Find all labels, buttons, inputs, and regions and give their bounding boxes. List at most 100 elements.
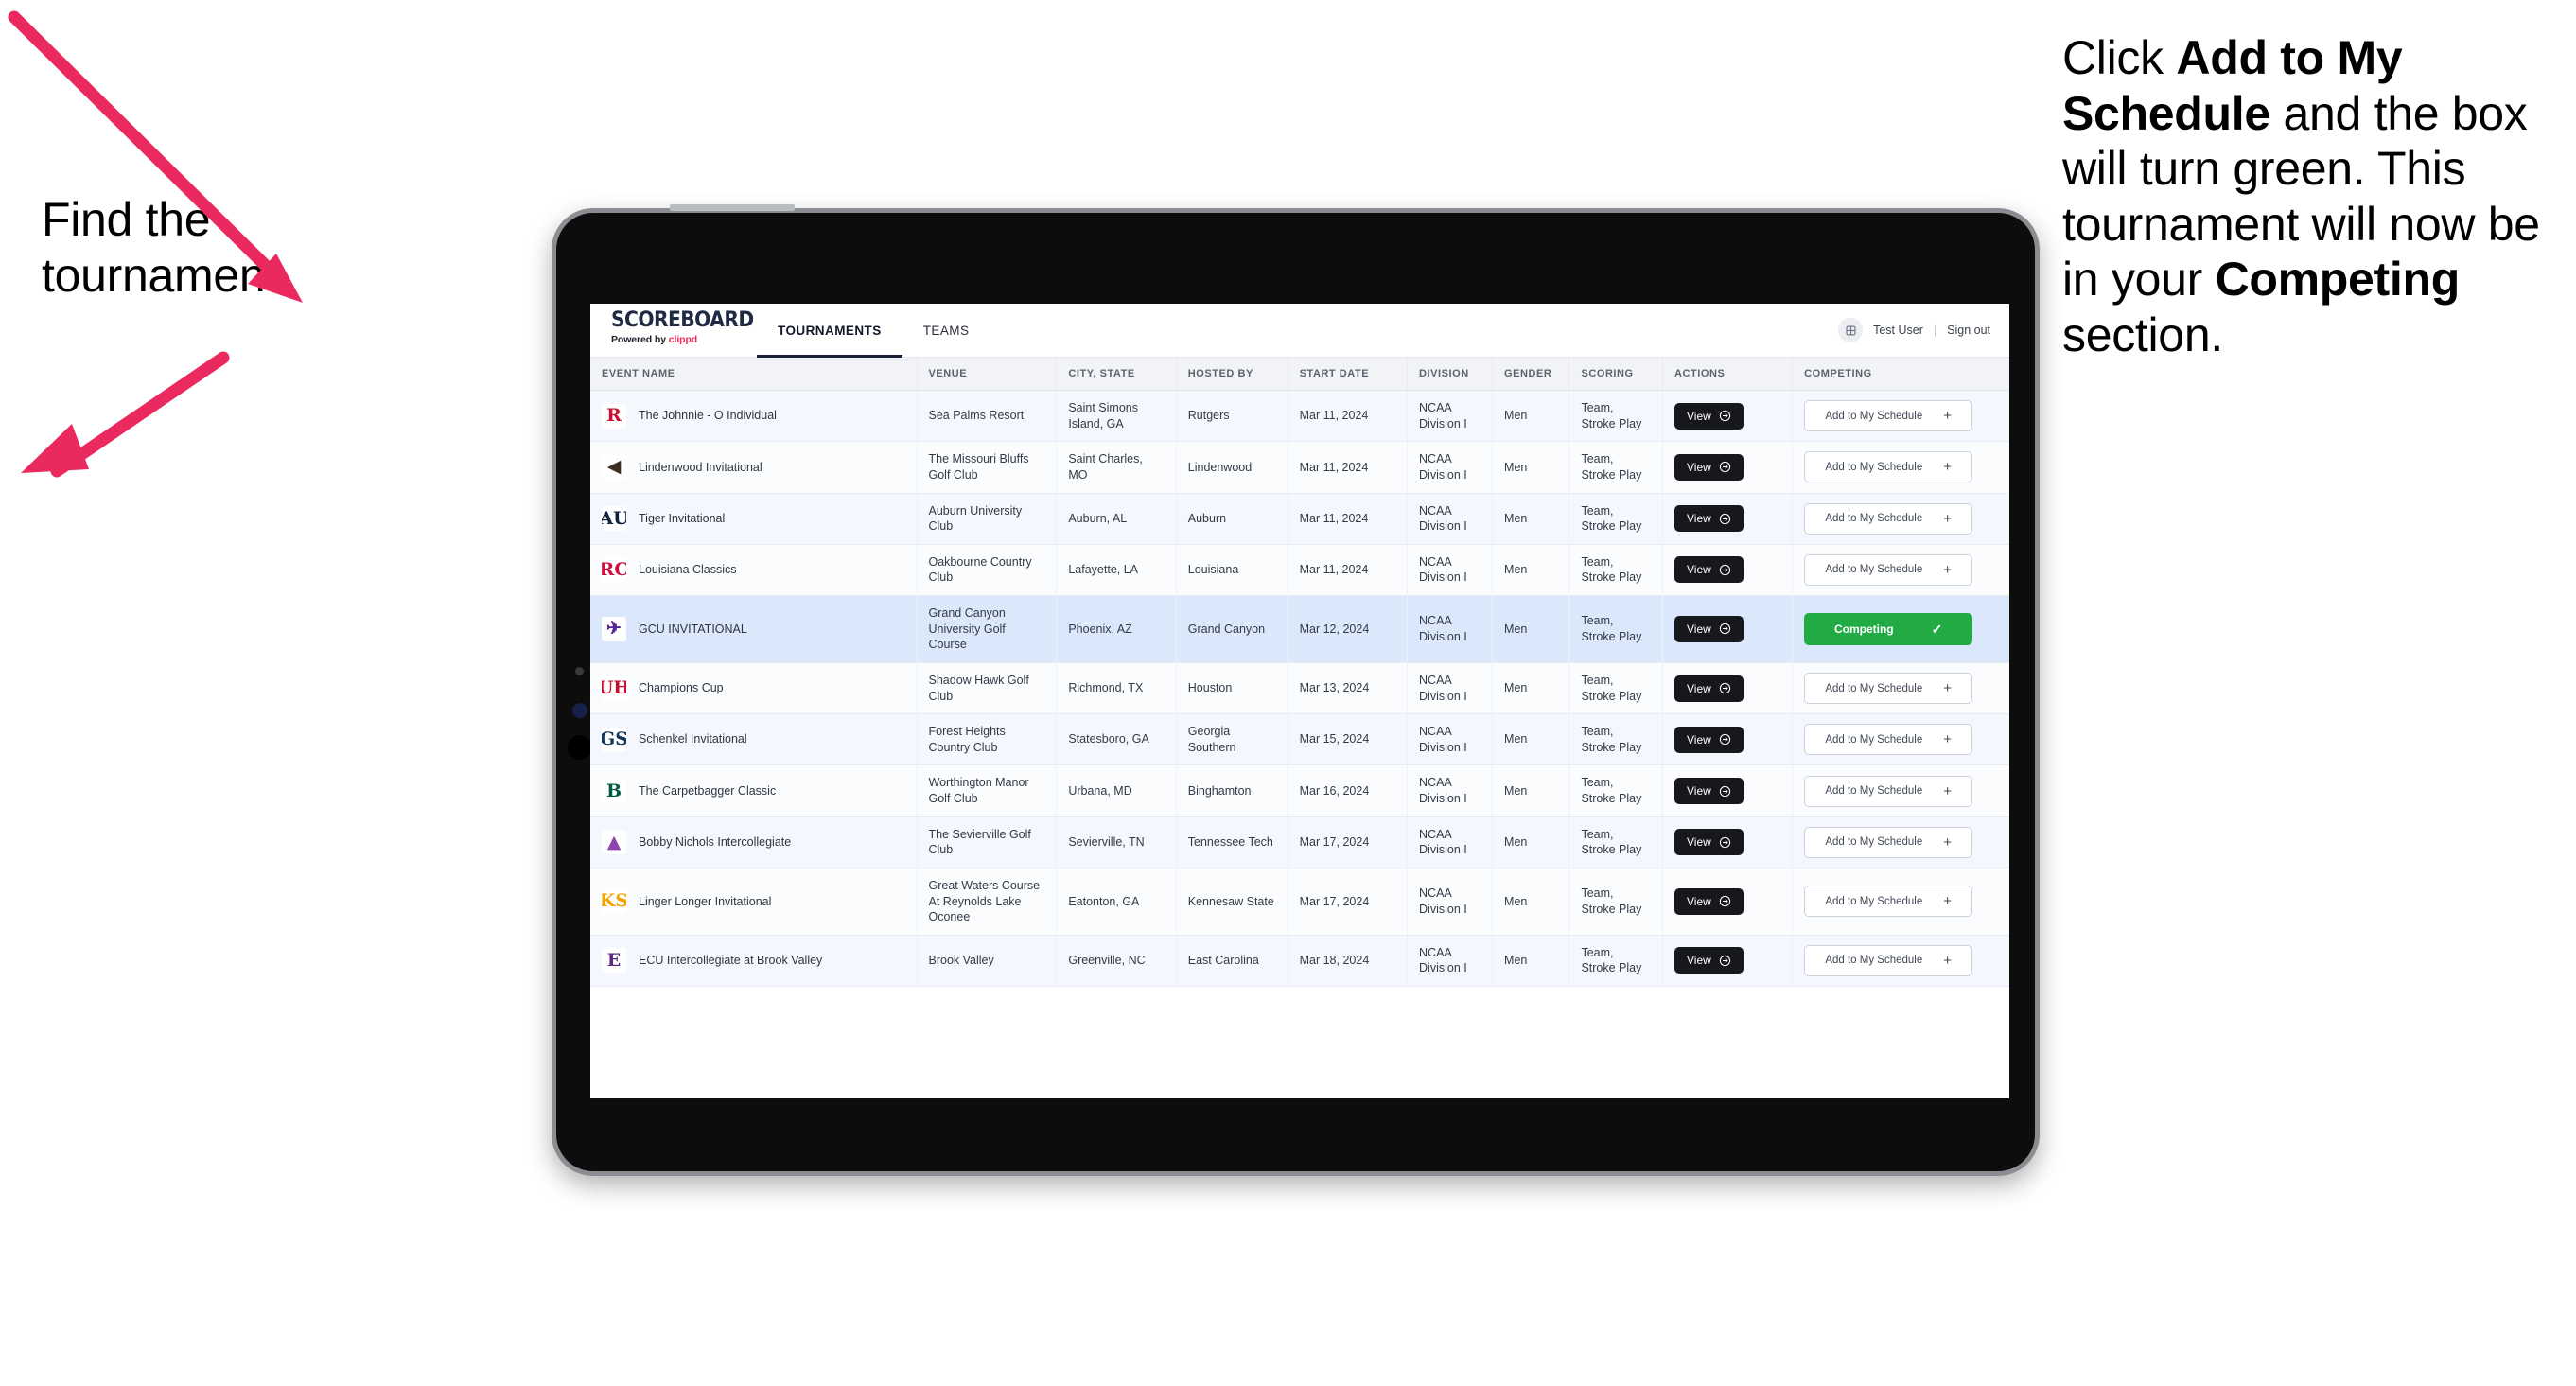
add-to-my-schedule-button[interactable]: Add to My Schedule +: [1804, 400, 1973, 432]
cell-gender: Men: [1492, 713, 1570, 766]
view-button[interactable]: View: [1674, 505, 1744, 533]
cell-scoring: Team, Stroke Play: [1568, 713, 1664, 766]
add-to-my-schedule-button[interactable]: Add to My Schedule +: [1804, 775, 1973, 807]
view-label: View: [1687, 622, 1711, 636]
cell-venue: Grand Canyon University Golf Course: [917, 595, 1058, 663]
table-row[interactable]: AU Tiger Invitational Auburn University Cl…: [590, 493, 2009, 545]
arrow-circle-right-icon: [1719, 410, 1731, 422]
tablet-camera-dot: [568, 735, 592, 760]
event-name: Louisiana Classics: [639, 563, 737, 577]
cell-division: NCAA Division I: [1407, 816, 1494, 868]
view-button[interactable]: View: [1674, 726, 1744, 753]
table-row[interactable]: GS Schenkel Invitational Forest Heights Co…: [590, 713, 2009, 766]
cell-venue: The Sevierville Golf Club: [917, 816, 1058, 868]
table-row[interactable]: UH Champions Cup Shadow Hawk Golf Club Rich…: [590, 662, 2009, 715]
cell-actions: View: [1662, 935, 1794, 988]
cell-hosted-by: Lindenwood: [1176, 441, 1288, 494]
check-icon: ✓: [1931, 621, 1943, 637]
cell-competing: Add to My Schedule +: [1792, 493, 2009, 545]
view-button[interactable]: View: [1674, 556, 1744, 584]
view-button[interactable]: View: [1674, 615, 1744, 642]
cell-division: NCAA Division I: [1407, 493, 1494, 545]
cell-division: NCAA Division I: [1407, 662, 1494, 715]
view-label: View: [1687, 954, 1711, 968]
view-button[interactable]: View: [1674, 402, 1744, 430]
col-city-state[interactable]: CITY, STATE: [1056, 358, 1177, 391]
cell-gender: Men: [1492, 441, 1570, 494]
add-to-my-schedule-button[interactable]: Add to My Schedule +: [1804, 826, 1973, 858]
add-to-my-schedule-button[interactable]: Add to My Schedule +: [1804, 451, 1973, 483]
cell-start-date: Mar 17, 2024: [1288, 816, 1409, 868]
cell-actions: View: [1662, 493, 1794, 545]
tab-tournaments[interactable]: TOURNAMENTS: [757, 304, 902, 358]
col-start-date[interactable]: START DATE: [1288, 358, 1409, 391]
cell-venue: Auburn University Club: [917, 493, 1058, 545]
cell-hosted-by: East Carolina: [1176, 935, 1288, 988]
add-to-my-schedule-button[interactable]: Add to My Schedule +: [1804, 724, 1973, 756]
user-avatar-icon[interactable]: [1838, 318, 1864, 342]
add-to-my-schedule-label: Add to My Schedule: [1825, 564, 1923, 576]
competing-button[interactable]: Competing ✓: [1804, 612, 1973, 645]
cell-event-name: RC Louisiana Classics: [590, 544, 918, 597]
team-logo-icon: ▲: [602, 830, 626, 855]
cell-event-name: ✈ GCU INVITATIONAL: [590, 595, 918, 663]
table-row[interactable]: E ECU Intercollegiate at Brook Valley Broo…: [590, 935, 2009, 988]
col-event-name[interactable]: EVENT NAME: [590, 358, 918, 391]
cell-hosted-by: Auburn: [1176, 493, 1288, 545]
col-competing[interactable]: COMPETING: [1792, 358, 2009, 391]
event-name: Champions Cup: [639, 681, 724, 695]
col-gender[interactable]: GENDER: [1492, 358, 1570, 391]
view-button[interactable]: View: [1674, 778, 1744, 804]
col-scoring[interactable]: SCORING: [1568, 358, 1664, 391]
annotation-right-tail: section.: [2062, 307, 2223, 361]
cell-competing: Add to My Schedule +: [1792, 544, 2009, 597]
add-to-my-schedule-label: Add to My Schedule: [1825, 733, 1923, 746]
add-to-my-schedule-button[interactable]: Add to My Schedule +: [1804, 502, 1973, 535]
cell-start-date: Mar 11, 2024: [1288, 544, 1409, 597]
table-row[interactable]: RC Louisiana Classics Oakbourne Country Cl…: [590, 544, 2009, 597]
add-to-my-schedule-button[interactable]: Add to My Schedule +: [1804, 673, 1973, 704]
cell-scoring: Team, Stroke Play: [1568, 816, 1664, 868]
table-row[interactable]: ▲ Bobby Nichols Intercollegiate The Sevier…: [590, 816, 2009, 868]
add-to-my-schedule-label: Add to My Schedule: [1825, 836, 1923, 849]
table-row[interactable]: KS Linger Longer Invitational Great Waters…: [590, 868, 2009, 936]
add-to-my-schedule-button[interactable]: Add to My Schedule +: [1804, 886, 1973, 918]
cell-start-date: Mar 11, 2024: [1288, 390, 1409, 443]
view-button[interactable]: View: [1674, 887, 1744, 915]
sign-out-link[interactable]: Sign out: [1947, 324, 1990, 337]
cell-event-name: GS Schenkel Invitational: [590, 713, 918, 766]
cell-start-date: Mar 12, 2024: [1288, 595, 1409, 663]
event-name: Lindenwood Invitational: [639, 460, 762, 474]
cell-competing: Add to My Schedule +: [1792, 390, 2009, 443]
event-name: Tiger Invitational: [639, 511, 726, 525]
table-row[interactable]: B The Carpetbagger Classic Worthington Man…: [590, 764, 2009, 817]
col-division[interactable]: DIVISION: [1407, 358, 1494, 391]
plus-icon: +: [1943, 893, 1952, 910]
view-button[interactable]: View: [1674, 453, 1744, 481]
col-hosted-by[interactable]: HOSTED BY: [1176, 358, 1288, 391]
plus-icon: +: [1943, 561, 1952, 578]
table-row[interactable]: ◀ Lindenwood Invitational The Missouri Blu…: [590, 441, 2009, 494]
event-name: The Carpetbagger Classic: [639, 783, 777, 798]
add-to-my-schedule-button[interactable]: Add to My Schedule +: [1804, 553, 1973, 586]
plus-icon: +: [1943, 510, 1952, 527]
brand-logo[interactable]: SCOREBOARD Powered by clippd: [590, 304, 757, 357]
view-label: View: [1687, 784, 1711, 798]
add-to-my-schedule-button[interactable]: Add to My Schedule +: [1804, 944, 1973, 976]
col-actions[interactable]: ACTIONS: [1662, 358, 1794, 391]
view-button[interactable]: View: [1674, 675, 1744, 702]
tab-teams[interactable]: TEAMS: [902, 304, 990, 357]
table-header: EVENT NAME VENUE CITY, STATE HOSTED BY S…: [590, 358, 2009, 391]
cell-start-date: Mar 16, 2024: [1288, 764, 1409, 817]
col-venue[interactable]: VENUE: [917, 358, 1058, 391]
table-row[interactable]: ✈ GCU INVITATIONAL Grand Canyon University…: [590, 595, 2009, 663]
cell-hosted-by: Kennesaw State: [1176, 868, 1288, 936]
cell-actions: View: [1662, 868, 1794, 936]
table-body: R The Johnnie - O Individual Sea Palms Res…: [590, 390, 2009, 988]
cell-scoring: Team, Stroke Play: [1568, 595, 1664, 663]
event-name: Schenkel Invitational: [639, 732, 747, 746]
view-button[interactable]: View: [1674, 947, 1744, 974]
table-row[interactable]: R The Johnnie - O Individual Sea Palms Res…: [590, 390, 2009, 443]
view-button[interactable]: View: [1674, 829, 1744, 856]
plus-icon: +: [1943, 459, 1952, 476]
